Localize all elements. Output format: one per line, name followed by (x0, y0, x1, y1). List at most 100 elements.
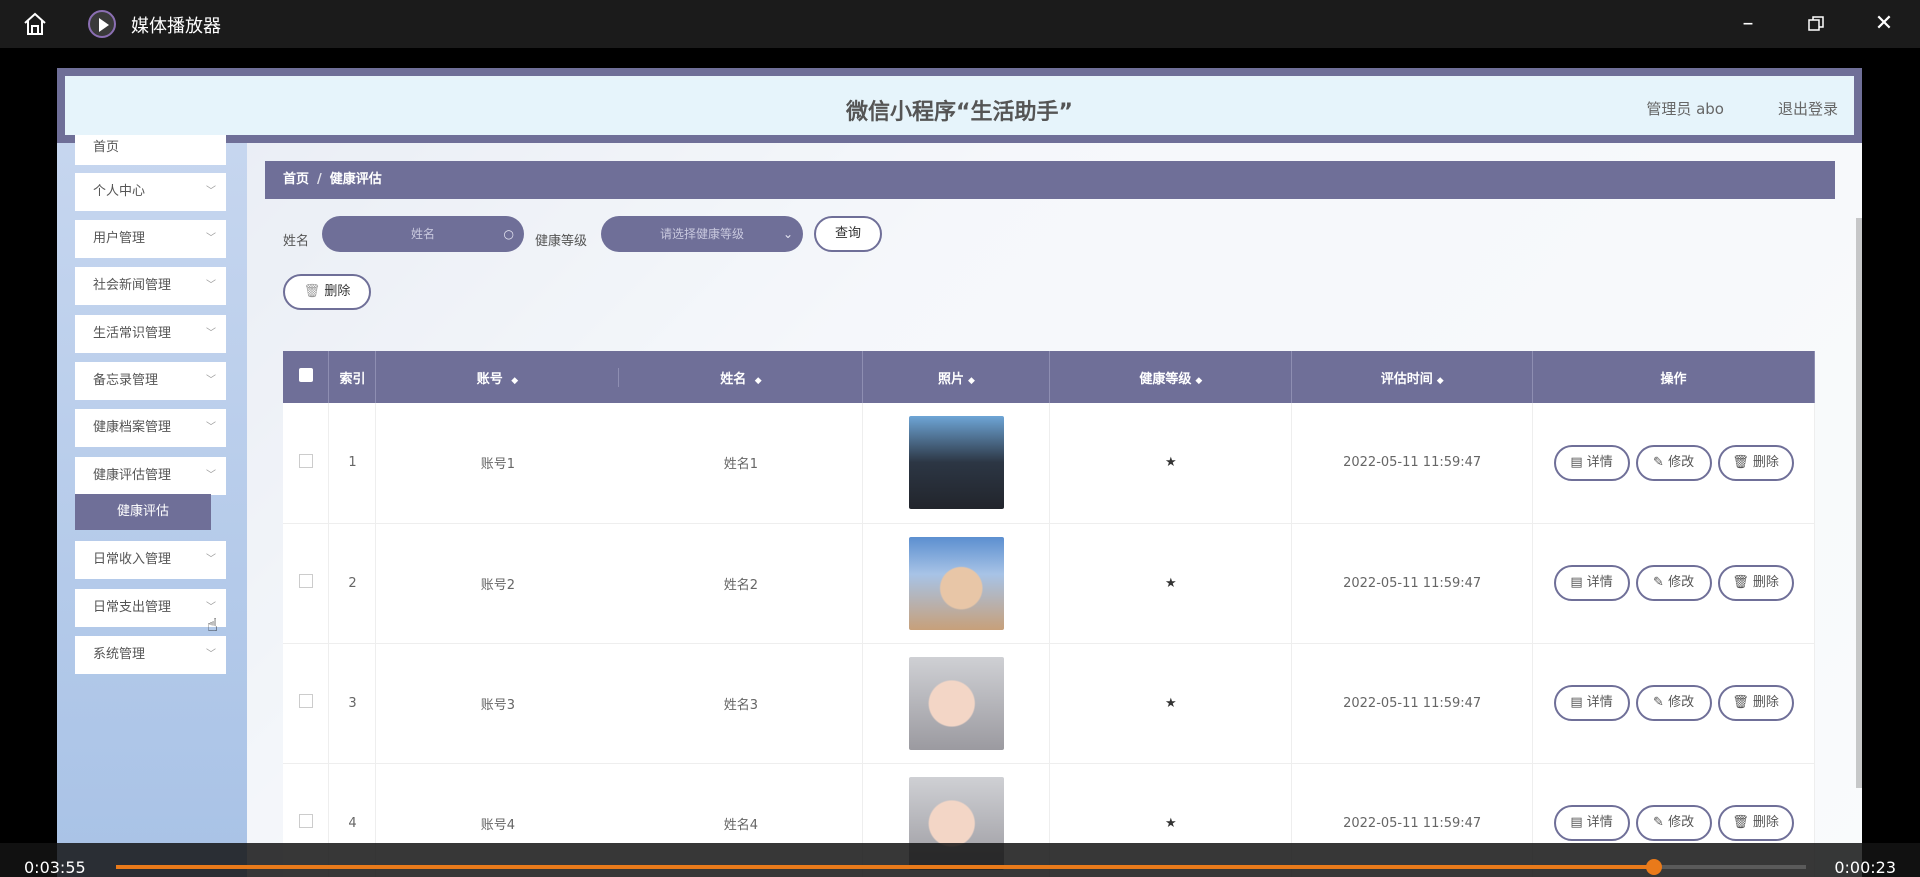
elapsed-time: 0:03:55 (24, 858, 86, 877)
detail-button[interactable]: ▤ 详情 (1553, 565, 1630, 601)
query-button[interactable]: 查询 (814, 216, 882, 252)
star-icon: ★ (1164, 815, 1177, 831)
mouse-cursor-icon: ☝ (207, 615, 218, 636)
breadcrumb-current: 健康评估 (329, 172, 382, 187)
sidebar-item-health-assessment[interactable]: 健康评估管理 ﹀ (75, 457, 226, 495)
column-level[interactable]: 健康等级 ◆ (1049, 351, 1293, 403)
player-controls: 0:03:55 0:00:23 (0, 843, 1920, 877)
admin-user-label: 管理员 abo (1646, 100, 1724, 118)
chevron-down-icon: ﹀ (206, 422, 216, 433)
chevron-down-icon: ﹀ (206, 470, 216, 481)
assessment-table: 索引 账号 ◆ 姓名 ◆ 照片 ◆ 健康等级 ◆ 评估时间 ◆ 操作 1 账号1 姓名1 (283, 351, 1815, 877)
table-row: 2 账号2 姓名2 ★ 2022-05-11 11:59:47 ▤ 详情 ✎ 修改 🗑… (283, 523, 1815, 644)
column-account[interactable]: 账号 ◆ 姓名 ◆ (375, 351, 864, 403)
bulk-delete-button[interactable]: 🗑 删除 (283, 274, 371, 310)
breadcrumb-separator: / (317, 172, 322, 187)
select-all-checkbox-cell (283, 351, 330, 403)
name-search-input[interactable]: 姓名 ○ (322, 216, 524, 252)
seek-bar[interactable] (116, 859, 1806, 875)
table-header-row: 索引 账号 ◆ 姓名 ◆ 照片 ◆ 健康等级 ◆ 评估时间 ◆ 操作 (283, 351, 1815, 403)
restore-icon[interactable] (1802, 10, 1830, 38)
row-checkbox[interactable] (298, 453, 313, 468)
pencil-icon: ✎ (1653, 454, 1664, 470)
trash-icon: 🗑 (1732, 454, 1749, 470)
search-icon: ○ (503, 227, 514, 241)
main-content: 首页 / 健康评估 姓名 姓名 ○ 健康等级 请选择健康等级 ⌄ 查询 🗑 删除 (247, 143, 1862, 877)
minimize-icon[interactable]: – (1734, 10, 1762, 38)
title-bar: 媒体播放器 – ✕ (0, 0, 1920, 48)
row-index: 2 (328, 523, 377, 644)
app-title: 微信小程序“生活助手” (846, 100, 1073, 125)
level-select[interactable]: 请选择健康等级 ⌄ (601, 216, 803, 252)
sidebar-item-health-records[interactable]: 健康档案管理 ﹀ (75, 409, 226, 447)
edit-button[interactable]: ✎ 修改 (1635, 565, 1712, 601)
row-photo (908, 536, 1004, 630)
detail-button[interactable]: ▤ 详情 (1553, 685, 1630, 721)
logout-link[interactable]: 退出登录 (1778, 98, 1838, 119)
level-filter-label: 健康等级 (535, 234, 588, 249)
pencil-icon: ✎ (1653, 815, 1664, 830)
document-icon: ▤ (1570, 454, 1583, 470)
delete-button[interactable]: 🗑 删除 (1717, 685, 1794, 721)
document-icon: ▤ (1570, 695, 1583, 710)
sidebar-item-tips[interactable]: 生活常识管理 ﹀ (75, 315, 226, 353)
row-checkbox[interactable] (298, 814, 313, 828)
row-account-name: 账号1 姓名1 (375, 403, 864, 524)
column-time[interactable]: 评估时间 ◆ (1291, 351, 1534, 403)
sidebar-item-memo[interactable]: 备忘录管理 ﹀ (75, 362, 226, 400)
seek-bar-progress (116, 865, 1654, 869)
row-account-name: 账号2 姓名2 (375, 523, 864, 644)
row-checkbox[interactable] (298, 574, 313, 588)
row-name: 姓名4 (723, 817, 759, 833)
chevron-down-icon: ﹀ (206, 233, 216, 244)
table-row: 3 账号3 姓名3 ★ 2022-05-11 11:59:47 ▤ 详情 ✎ 修改 🗑… (283, 643, 1815, 764)
row-account: 账号4 (480, 817, 516, 833)
select-all-checkbox[interactable] (298, 368, 313, 382)
delete-button[interactable]: 🗑 删除 (1717, 805, 1794, 841)
chevron-down-icon: ⌄ (782, 227, 793, 241)
row-photo (908, 656, 1004, 750)
home-icon[interactable] (22, 12, 48, 36)
pencil-icon: ✎ (1653, 575, 1664, 590)
video-area: 微信小程序“生活助手” 管理员 abo 退出登录 首页 个人中心 ﹀ 用户管理 ﹀ … (0, 48, 1920, 877)
edit-button[interactable]: ✎ 修改 (1635, 444, 1712, 481)
row-name: 姓名1 (723, 457, 759, 473)
breadcrumb-home[interactable]: 首页 (283, 172, 309, 187)
detail-button[interactable]: ▤ 详情 (1553, 805, 1630, 841)
page-scrollbar[interactable] (1856, 218, 1862, 788)
column-account-label[interactable]: 账号 ◆ (376, 367, 620, 387)
document-icon: ▤ (1570, 575, 1583, 590)
row-checkbox[interactable] (298, 694, 313, 708)
app-header: 微信小程序“生活助手” 管理员 abo 退出登录 (57, 68, 1862, 143)
row-time: 2022-05-11 11:59:47 (1291, 643, 1534, 764)
sidebar-item-home[interactable]: 首页 (75, 135, 226, 165)
edit-button[interactable]: ✎ 修改 (1635, 685, 1712, 721)
trash-icon: 🗑 (303, 284, 321, 299)
media-player-logo-icon (88, 10, 116, 38)
row-index: 1 (328, 403, 377, 524)
sidebar-item-income[interactable]: 日常收入管理 ﹀ (75, 541, 226, 579)
sidebar-item-personal[interactable]: 个人中心 ﹀ (75, 173, 226, 211)
detail-button[interactable]: ▤ 详情 (1553, 444, 1630, 481)
column-name-label[interactable]: 姓名 ◆ (619, 368, 862, 387)
delete-button[interactable]: 🗑 删除 (1717, 565, 1794, 601)
edit-button[interactable]: ✎ 修改 (1635, 805, 1712, 841)
column-index: 索引 (328, 351, 377, 403)
sidebar-item-system[interactable]: 系统管理 ﹀ (75, 636, 226, 674)
sort-icon: ◆ (754, 375, 762, 386)
delete-button[interactable]: 🗑 删除 (1717, 444, 1794, 481)
seek-bar-thumb[interactable] (1645, 859, 1662, 875)
chevron-down-icon: ﹀ (206, 328, 216, 339)
table-body: 1 账号1 姓名1 ★ 2022-05-11 11:59:47 ▤ 详情 ✎ 修改 🗑… (283, 403, 1815, 877)
close-icon[interactable]: ✕ (1870, 10, 1898, 38)
column-photo[interactable]: 照片 ◆ (862, 351, 1051, 403)
sidebar-item-users[interactable]: 用户管理 ﹀ (75, 220, 226, 258)
row-account-name: 账号3 姓名3 (375, 643, 864, 764)
sidebar-item-news[interactable]: 社会新闻管理 ﹀ (75, 267, 226, 305)
sidebar-item-expense[interactable]: 日常支出管理 ﹀ (75, 589, 226, 627)
chevron-down-icon: ﹀ (206, 554, 216, 565)
star-icon: ★ (1164, 695, 1177, 711)
sidebar: 首页 个人中心 ﹀ 用户管理 ﹀ 社会新闻管理 ﹀ 生活常识管理 ﹀ 备忘录管理 ﹀ 健康… (57, 135, 247, 877)
sidebar-subitem-health-assessment[interactable]: 健康评估 (75, 494, 211, 530)
chevron-down-icon: ﹀ (206, 375, 216, 386)
